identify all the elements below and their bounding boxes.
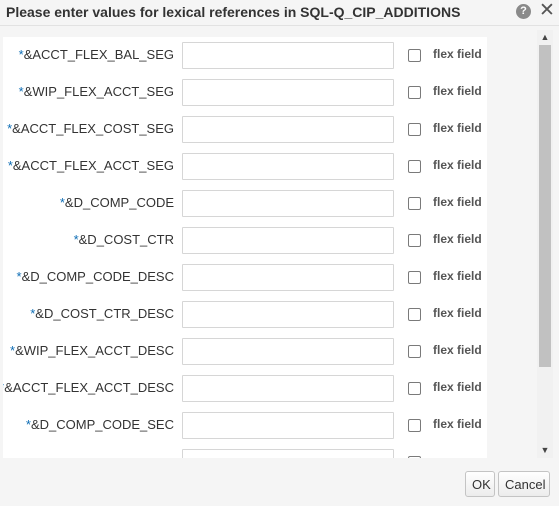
flex-field-label: flex field	[433, 417, 482, 431]
param-input[interactable]	[182, 42, 394, 69]
param-input[interactable]	[182, 412, 394, 439]
flex-field-checkbox[interactable]	[408, 271, 421, 284]
param-input[interactable]	[182, 227, 394, 254]
close-icon[interactable]: ✕	[539, 1, 555, 21]
ok-button[interactable]: OK	[465, 471, 495, 497]
flex-field-checkbox[interactable]	[408, 419, 421, 432]
param-label: *&ACCT_FLEX_ACCT_SEG	[8, 158, 174, 173]
flex-field-label: flex field	[433, 84, 482, 98]
lexical-parameters-form: *&ACCT_FLEX_BAL_SEG flex field *&WIP_FLE…	[3, 37, 487, 458]
param-label: *&D_COST_CTR	[74, 232, 174, 247]
param-name: &D_COMP_CODE_SEC	[30, 417, 174, 432]
param-label: *&WIP_FLEX_ACCT_SEG	[19, 84, 174, 99]
param-name: &D_COST_CTR	[78, 232, 174, 247]
flex-field-label: flex field	[433, 158, 482, 172]
param-label: *&ACCT_FLEX_ACCT_DESC	[3, 380, 174, 395]
flex-field-checkbox[interactable]	[408, 382, 421, 395]
flex-field-checkbox[interactable]	[408, 86, 421, 99]
param-input[interactable]	[182, 264, 394, 291]
param-row: *&D_COST_CTR_DESC flex field	[3, 301, 487, 328]
param-name: &D_COMP_CODE_DESC	[21, 269, 174, 284]
param-row: *&ACCT_FLEX_ACCT_DESC flex field	[3, 375, 487, 402]
param-label: *&D_COMP_CODE_DESC	[17, 269, 175, 284]
scroll-down-icon[interactable]: ▼	[537, 443, 553, 457]
flex-field-checkbox[interactable]	[408, 160, 421, 173]
help-icon[interactable]: ?	[516, 4, 531, 19]
param-name: &ACCT_FLEX_COST_SEG	[12, 121, 174, 136]
param-label: *&ACCT_FLEX_COST_SEG	[7, 121, 174, 136]
param-row: *&ACCT_FLEX_ACCT_SEG flex field	[3, 153, 487, 180]
flex-field-label: flex field	[433, 380, 482, 394]
param-name: &WIP_FLEX_ACCT_SEG	[23, 84, 174, 99]
param-label: *&D_COMP_CODE_SEC	[26, 417, 174, 432]
param-row: *&D_COMP_CODE_SEC flex field	[3, 412, 487, 439]
param-input[interactable]	[182, 116, 394, 143]
flex-field-label: flex field	[433, 232, 482, 246]
param-label: *&ACCT_FLEX_BAL_SEG	[19, 47, 174, 62]
param-row	[3, 449, 487, 458]
flex-field-label: flex field	[433, 195, 482, 209]
flex-field-checkbox[interactable]	[408, 456, 421, 458]
vertical-scrollbar[interactable]: ▲ ▼	[537, 30, 553, 458]
flex-field-checkbox[interactable]	[408, 197, 421, 210]
param-row: *&D_COMP_CODE flex field	[3, 190, 487, 217]
param-name: &ACCT_FLEX_BAL_SEG	[23, 47, 174, 62]
param-input[interactable]	[182, 190, 394, 217]
scroll-up-icon[interactable]: ▲	[537, 30, 553, 44]
param-input[interactable]	[182, 153, 394, 180]
flex-field-label: flex field	[433, 306, 482, 320]
flex-field-checkbox[interactable]	[408, 123, 421, 136]
param-input[interactable]	[182, 301, 394, 328]
param-name: &D_COMP_CODE	[64, 195, 174, 210]
flex-field-checkbox[interactable]	[408, 234, 421, 247]
param-label: *&D_COMP_CODE	[60, 195, 174, 210]
scroll-thumb[interactable]	[539, 45, 551, 367]
param-row: *&D_COST_CTR flex field	[3, 227, 487, 254]
flex-field-label: flex field	[433, 269, 482, 283]
flex-field-checkbox[interactable]	[408, 49, 421, 62]
param-input[interactable]	[182, 79, 394, 106]
param-input[interactable]	[182, 338, 394, 365]
param-name: &D_COST_CTR_DESC	[35, 306, 174, 321]
param-row: *&WIP_FLEX_ACCT_SEG flex field	[3, 79, 487, 106]
dialog-title: Please enter values for lexical referenc…	[6, 4, 461, 20]
flex-field-checkbox[interactable]	[408, 308, 421, 321]
param-input[interactable]	[182, 449, 394, 458]
cancel-button[interactable]: Cancel	[498, 471, 550, 497]
param-label: *&D_COST_CTR_DESC	[30, 306, 174, 321]
flex-field-checkbox[interactable]	[408, 345, 421, 358]
param-input[interactable]	[182, 375, 394, 402]
param-row: *&D_COMP_CODE_DESC flex field	[3, 264, 487, 291]
flex-field-label: flex field	[433, 343, 482, 357]
param-name: &WIP_FLEX_ACCT_DESC	[15, 343, 174, 358]
dialog-titlebar: Please enter values for lexical referenc…	[0, 0, 559, 26]
flex-field-label: flex field	[433, 47, 482, 61]
param-name: &ACCT_FLEX_ACCT_DESC	[4, 380, 174, 395]
flex-field-label: flex field	[433, 121, 482, 135]
param-label: *&WIP_FLEX_ACCT_DESC	[10, 343, 174, 358]
param-row: *&WIP_FLEX_ACCT_DESC flex field	[3, 338, 487, 365]
param-row: *&ACCT_FLEX_BAL_SEG flex field	[3, 42, 487, 69]
param-row: *&ACCT_FLEX_COST_SEG flex field	[3, 116, 487, 143]
param-name: &ACCT_FLEX_ACCT_SEG	[12, 158, 174, 173]
